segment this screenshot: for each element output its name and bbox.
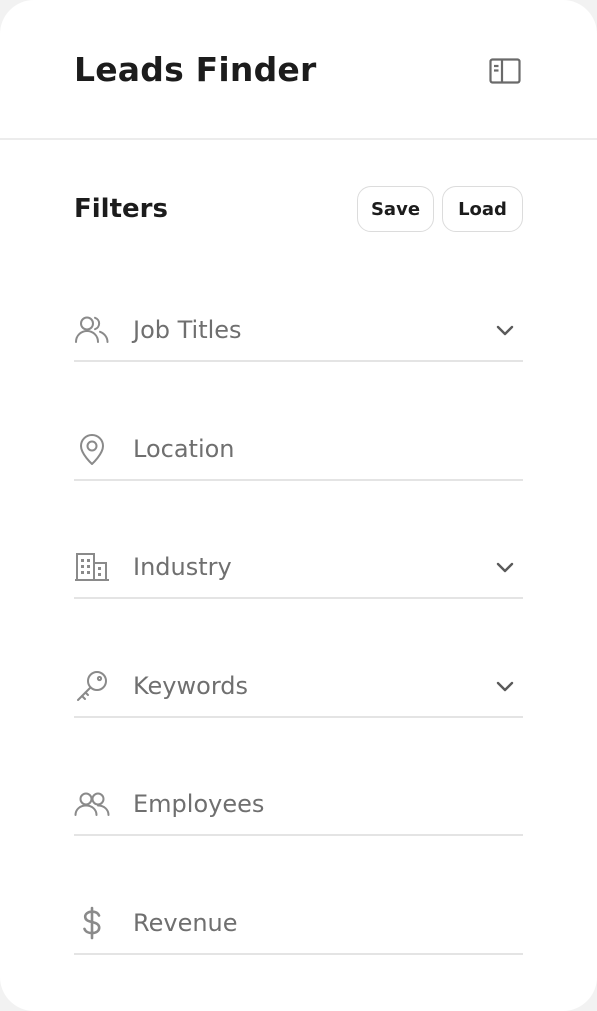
location-field[interactable]: Location bbox=[74, 421, 523, 481]
industry-label: Industry bbox=[133, 553, 232, 581]
chevron-down-icon[interactable] bbox=[493, 318, 517, 342]
filters-title: Filters bbox=[74, 194, 168, 224]
building-icon bbox=[74, 549, 110, 585]
job-titles-label: Job Titles bbox=[133, 316, 242, 344]
save-button[interactable]: Save bbox=[357, 186, 434, 232]
keywords-field[interactable]: Keywords bbox=[74, 658, 523, 718]
revenue-label: Revenue bbox=[133, 909, 238, 937]
app-title: Leads Finder bbox=[74, 50, 317, 89]
dollar-icon bbox=[74, 905, 110, 941]
industry-field[interactable]: Industry bbox=[74, 539, 523, 599]
filters-header: Filters Save Load bbox=[74, 186, 523, 232]
people-icon bbox=[74, 786, 110, 822]
revenue-field[interactable]: Revenue bbox=[74, 895, 523, 955]
chevron-down-icon[interactable] bbox=[493, 555, 517, 579]
key-icon bbox=[74, 668, 110, 704]
panel-header: Leads Finder bbox=[0, 0, 597, 140]
employees-field[interactable]: Employees bbox=[74, 776, 523, 836]
chevron-down-icon[interactable] bbox=[493, 674, 517, 698]
leads-finder-panel: Leads Finder Filters Save Load Job Title… bbox=[0, 0, 597, 1011]
job-titles-field[interactable]: Job Titles bbox=[74, 302, 523, 362]
people-icon bbox=[74, 312, 110, 348]
location-label: Location bbox=[133, 435, 235, 463]
keywords-label: Keywords bbox=[133, 672, 249, 700]
location-pin-icon bbox=[74, 431, 110, 467]
load-button[interactable]: Load bbox=[442, 186, 523, 232]
sidebar-panel-icon[interactable] bbox=[482, 52, 528, 90]
employees-label: Employees bbox=[133, 790, 265, 818]
